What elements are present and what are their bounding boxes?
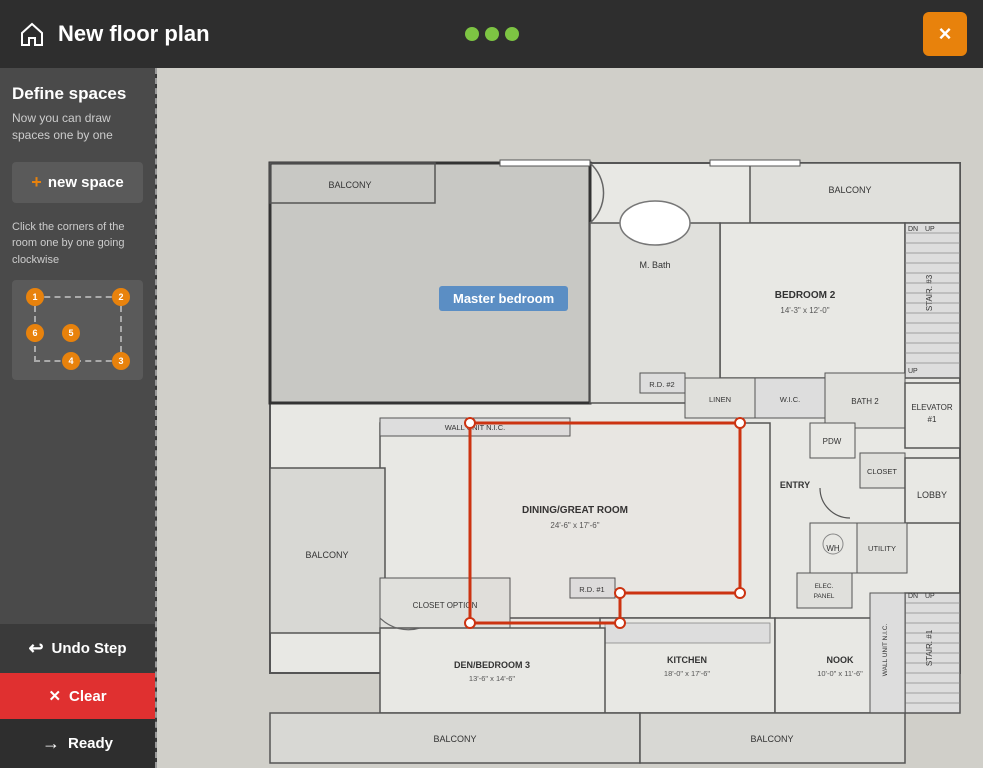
close-button[interactable]: × [923,12,967,56]
svg-text:BALCONY: BALCONY [750,734,793,744]
dot-1 [465,27,479,41]
svg-text:BALCONY: BALCONY [433,734,476,744]
svg-text:WH: WH [826,544,840,553]
instruction-text: Click the corners of the room one by one… [12,219,143,269]
svg-text:DN: DN [908,593,918,600]
undo-label: Undo Step [52,640,127,657]
svg-text:13'-6" x 14'-6": 13'-6" x 14'-6" [469,674,515,683]
svg-text:BALCONY: BALCONY [328,180,371,190]
svg-text:ELEC.: ELEC. [815,583,834,590]
ready-label: Ready [68,735,113,752]
svg-text:DEN/BEDROOM 3: DEN/BEDROOM 3 [454,660,530,670]
svg-text:W.I.C.: W.I.C. [780,395,800,404]
svg-text:LINEN: LINEN [709,395,731,404]
svg-text:#1: #1 [928,415,937,424]
svg-text:PDW: PDW [823,437,842,446]
corner-5: 5 [62,324,80,342]
x-icon: ✕ [48,687,61,705]
svg-text:ELEVATOR: ELEVATOR [911,403,953,412]
plus-icon: + [31,172,42,193]
sidebar-bottom: ↩ Undo Step ✕ Clear → Ready [0,624,155,768]
arrow-icon: → [42,733,60,754]
svg-text:18'-0" x 17'-6": 18'-0" x 17'-6" [664,669,710,678]
svg-text:ENTRY: ENTRY [780,480,810,490]
svg-text:DN: DN [908,226,918,233]
header: New floor plan × [0,0,983,68]
svg-text:BALCONY: BALCONY [305,550,348,560]
undo-button[interactable]: ↩ Undo Step [0,624,155,673]
new-space-label: new space [48,174,124,191]
svg-text:R.D. #2: R.D. #2 [649,380,674,389]
undo-icon: ↩ [28,638,43,659]
corner-4: 4 [62,352,80,370]
ready-button[interactable]: → Ready [0,719,155,768]
svg-text:BALCONY: BALCONY [828,185,871,195]
diagram-area: 1 2 3 4 5 6 [12,280,143,380]
svg-text:10'-0" x 11'-6": 10'-0" x 11'-6" [817,669,863,678]
define-title: Define spaces [12,84,143,104]
svg-text:CLOSET OPTION: CLOSET OPTION [413,601,478,610]
clear-button[interactable]: ✕ Clear [0,673,155,719]
svg-text:14'-3" x 12'-0": 14'-3" x 12'-0" [780,306,829,315]
home-icon [16,18,48,50]
corner-6: 6 [26,324,44,342]
svg-text:KITCHEN: KITCHEN [667,655,707,665]
dot-3 [505,27,519,41]
dot-2 [485,27,499,41]
corner-3: 3 [112,352,130,370]
page-title: New floor plan [58,21,210,47]
svg-text:WALL UNIT N.I.C.: WALL UNIT N.I.C. [882,624,889,677]
svg-text:NOOK: NOOK [827,655,855,665]
svg-text:BEDROOM 2: BEDROOM 2 [775,290,836,301]
svg-text:UP: UP [908,368,918,375]
svg-text:CLOSET: CLOSET [867,467,897,476]
svg-text:UP: UP [925,226,935,233]
svg-text:PANEL: PANEL [814,593,835,600]
svg-text:UP: UP [925,593,935,600]
svg-text:BATH 2: BATH 2 [851,397,879,406]
floorplan-area[interactable]: BALCONY BALCONY BEDROOM 2 14'-3" x 12'-0… [157,68,983,768]
status-dots [465,27,519,41]
main-content: Define spaces Now you can draw spaces on… [0,68,983,768]
define-subtitle: Now you can draw spaces one by one [12,110,143,144]
svg-text:UTILITY: UTILITY [868,544,896,553]
svg-text:M. Bath: M. Bath [639,260,670,270]
svg-text:STAIR. #1: STAIR. #1 [925,629,934,666]
corner-2: 2 [112,288,130,306]
corner-1: 1 [26,288,44,306]
svg-text:LOBBY: LOBBY [917,490,947,500]
sidebar: Define spaces Now you can draw spaces on… [0,68,155,768]
clear-label: Clear [69,688,107,705]
new-space-button[interactable]: + new space [12,162,143,203]
